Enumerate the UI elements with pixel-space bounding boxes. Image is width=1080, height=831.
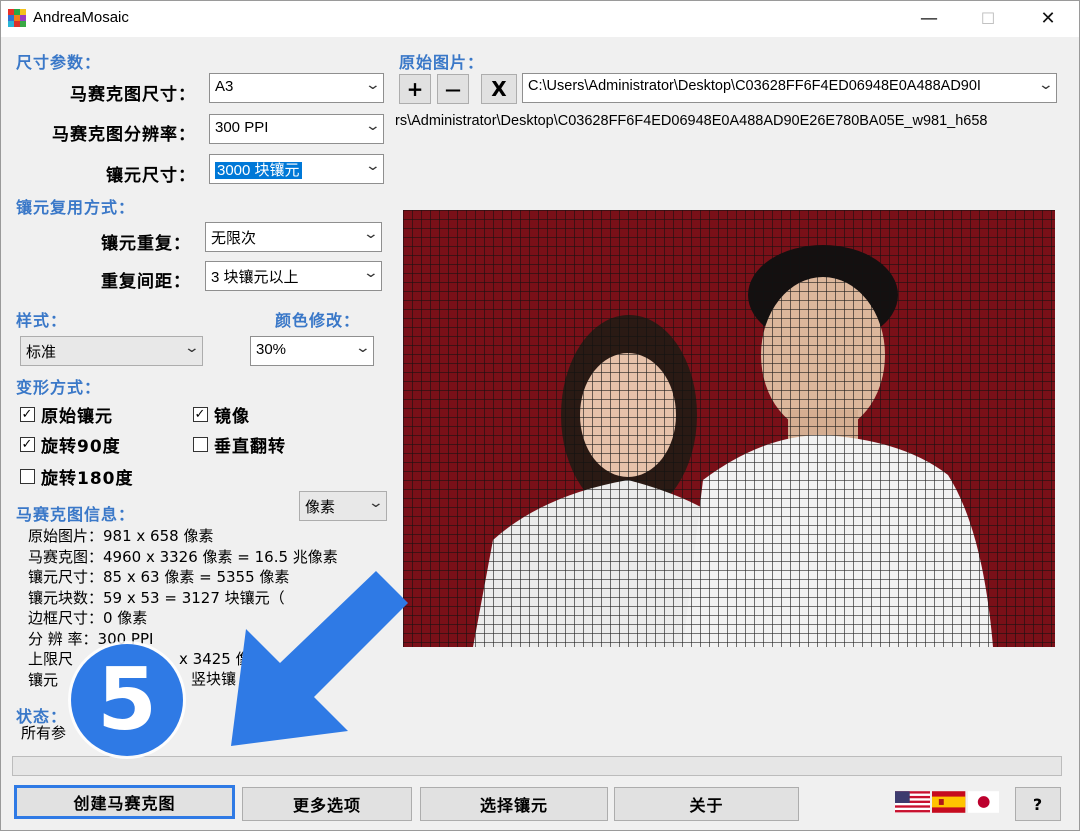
checkbox-mirror[interactable]: ✓ 镜像	[193, 402, 250, 427]
checkbox-original[interactable]: ✓ 原始镶元	[20, 402, 113, 427]
spacing-select[interactable]: 3 块镶元以上 ⌄	[205, 261, 382, 291]
repeat-select[interactable]: 无限次 ⌄	[205, 222, 382, 252]
color-heading: 颜色修改：	[275, 311, 361, 330]
status-text: 所有参	[21, 724, 67, 742]
repeat-value: 无限次	[211, 230, 257, 247]
unit-select[interactable]: 像素 ⌄	[299, 491, 387, 521]
about-button[interactable]: 关于	[614, 787, 799, 821]
japan-flag-icon[interactable]	[967, 791, 999, 813]
color-select[interactable]: 30% ⌄	[250, 336, 374, 366]
mosaic-size-select[interactable]: A3 ⌄	[209, 73, 384, 103]
chevron-down-icon: ⌄	[362, 225, 380, 241]
clear-image-button[interactable]: X	[481, 74, 517, 104]
source-heading: 原始图片：	[399, 53, 485, 72]
checkbox-label: 旋转180度	[41, 469, 134, 489]
window-title: AndreaMosaic	[33, 9, 129, 26]
more-options-button[interactable]: 更多选项	[242, 787, 412, 821]
mosaic-size-value: A3	[215, 78, 234, 95]
resolution-value: 300 PPI	[215, 119, 269, 136]
style-select[interactable]: 标准 ⌄	[20, 336, 203, 366]
check-icon: ✓	[20, 407, 35, 422]
add-image-button[interactable]: +	[399, 74, 431, 104]
resolution-select[interactable]: 300 PPI ⌄	[209, 114, 384, 144]
us-flag-icon[interactable]	[895, 791, 931, 813]
app-window: AndreaMosaic — ☐ ✕ 尺寸参数： 马赛克图尺寸： A3 ⌄ 马赛克…	[0, 0, 1080, 831]
chevron-down-icon: ⌄	[354, 339, 372, 355]
checkbox-label: 镜像	[214, 407, 250, 427]
spain-flag-icon[interactable]	[932, 791, 966, 813]
maximize-button[interactable]: ☐	[965, 1, 1011, 35]
style-heading: 样式：	[16, 311, 68, 330]
tile-size-label: 镶元尺寸：	[106, 166, 196, 186]
spacing-value: 3 块镶元以上	[211, 269, 299, 286]
info-heading: 马赛克图信息：	[16, 505, 136, 524]
color-value: 30%	[256, 341, 287, 358]
source-path-select[interactable]: C:\Users\Administrator\Desktop\C03628FF6…	[522, 73, 1057, 103]
checkbox-vflip[interactable]: 垂直翻转	[193, 432, 286, 457]
chevron-down-icon: ⌄	[364, 117, 382, 133]
checkbox-empty-icon	[193, 437, 208, 452]
arrow-down-left-icon	[231, 571, 408, 746]
help-button[interactable]: ?	[1015, 787, 1061, 821]
chevron-down-icon: ⌄	[367, 494, 385, 510]
mosaic-size-label: 马赛克图尺寸：	[70, 85, 196, 105]
progress-bar	[12, 756, 1062, 776]
preview-picture	[403, 210, 1055, 647]
mosaic-preview-image	[403, 210, 1055, 647]
chevron-down-icon: ⌄	[362, 264, 380, 280]
tile-size-select[interactable]: 3000 块镶元 ⌄	[209, 154, 384, 184]
chevron-down-icon: ⌄	[364, 76, 382, 92]
select-tiles-button[interactable]: 选择镶元	[420, 787, 608, 821]
chevron-down-icon: ⌄	[1037, 76, 1055, 92]
minimize-button[interactable]: —	[906, 1, 952, 35]
resolution-label: 马赛克图分辨率：	[52, 125, 196, 145]
app-logo-icon	[8, 9, 26, 27]
source-path-value: C:\Users\Administrator\Desktop\C03628FF6…	[528, 78, 981, 94]
close-button[interactable]: ✕	[1025, 1, 1071, 35]
check-icon: ✓	[193, 407, 208, 422]
remove-image-button[interactable]: —	[437, 74, 469, 104]
chevron-down-icon: ⌄	[364, 157, 382, 173]
tile-size-value: 3000 块镶元	[215, 162, 302, 179]
checkbox-empty-icon	[20, 469, 35, 484]
info-line: 原始图片：981 x 658 像素	[28, 527, 214, 545]
create-mosaic-button[interactable]: 创建马赛克图	[14, 785, 235, 819]
style-value: 标准	[26, 344, 57, 361]
spacing-label: 重复间距：	[101, 272, 191, 292]
checkbox-label: 旋转90度	[41, 437, 121, 457]
language-flags[interactable]	[895, 791, 999, 813]
reuse-heading: 镶元复用方式：	[16, 198, 136, 217]
checkbox-label: 原始镶元	[41, 407, 113, 427]
chevron-down-icon: ⌄	[183, 339, 201, 355]
source-path-full: rs\Administrator\Desktop\C03628FF6F4ED06…	[395, 113, 988, 129]
repeat-label: 镶元重复：	[101, 234, 191, 254]
checkbox-rotate90[interactable]: ✓ 旋转90度	[20, 432, 121, 457]
unit-value: 像素	[305, 499, 336, 516]
checkbox-label: 垂直翻转	[214, 437, 286, 457]
check-icon: ✓	[20, 437, 35, 452]
step-badge: 5	[71, 644, 183, 756]
checkbox-rotate180[interactable]: 旋转180度	[20, 464, 134, 489]
size-params-heading: 尺寸参数：	[16, 53, 102, 72]
transform-heading: 变形方式：	[16, 378, 102, 397]
title-bar: AndreaMosaic — ☐ ✕	[1, 1, 1079, 37]
